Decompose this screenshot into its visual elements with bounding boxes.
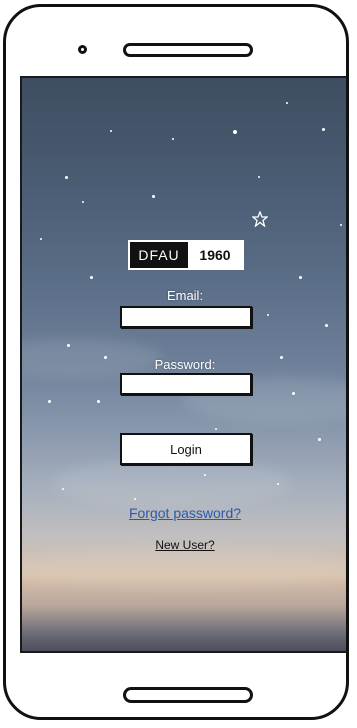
star-dot	[97, 400, 100, 403]
star-dot	[204, 474, 206, 476]
star-dot	[215, 428, 217, 430]
star-dot	[299, 276, 302, 279]
password-field[interactable]	[120, 373, 252, 395]
background-cloud	[52, 458, 292, 508]
star-dot	[258, 176, 260, 178]
camera-icon	[78, 45, 87, 54]
home-button[interactable]	[123, 687, 253, 703]
star-dot	[90, 276, 93, 279]
star-dot	[325, 324, 328, 327]
password-label: Password:	[154, 357, 216, 372]
star-outline-icon	[252, 211, 268, 227]
background-cloud	[22, 548, 346, 588]
star-dot	[82, 201, 84, 203]
star-dot	[65, 176, 68, 179]
login-button[interactable]: Login	[120, 433, 252, 465]
star-dot	[277, 483, 279, 485]
logo-left-text: DFAU	[130, 242, 188, 268]
star-dot	[110, 130, 112, 132]
forgot-password-link[interactable]: Forgot password?	[22, 505, 346, 521]
logo-right-text: 1960	[188, 242, 242, 268]
star-dot	[62, 488, 64, 490]
star-dot	[318, 438, 321, 441]
star-dot	[322, 128, 325, 131]
login-screen: DFAU 1960 Email: Password: Login Forgot …	[20, 76, 346, 653]
star-dot	[40, 238, 42, 240]
new-user-link[interactable]: New User?	[22, 538, 346, 552]
star-dot	[67, 344, 70, 347]
star-dot	[340, 224, 342, 226]
star-dot	[233, 130, 237, 134]
star-dot	[134, 498, 136, 500]
star-dot	[267, 314, 269, 316]
speaker-grille	[123, 43, 253, 57]
app-logo: DFAU 1960	[128, 240, 244, 270]
star-dot	[292, 392, 295, 395]
star-dot	[48, 400, 51, 403]
star-dot	[172, 138, 174, 140]
email-field[interactable]	[120, 306, 252, 328]
email-label: Email:	[166, 288, 204, 303]
star-dot	[152, 195, 155, 198]
star-dot	[286, 102, 288, 104]
